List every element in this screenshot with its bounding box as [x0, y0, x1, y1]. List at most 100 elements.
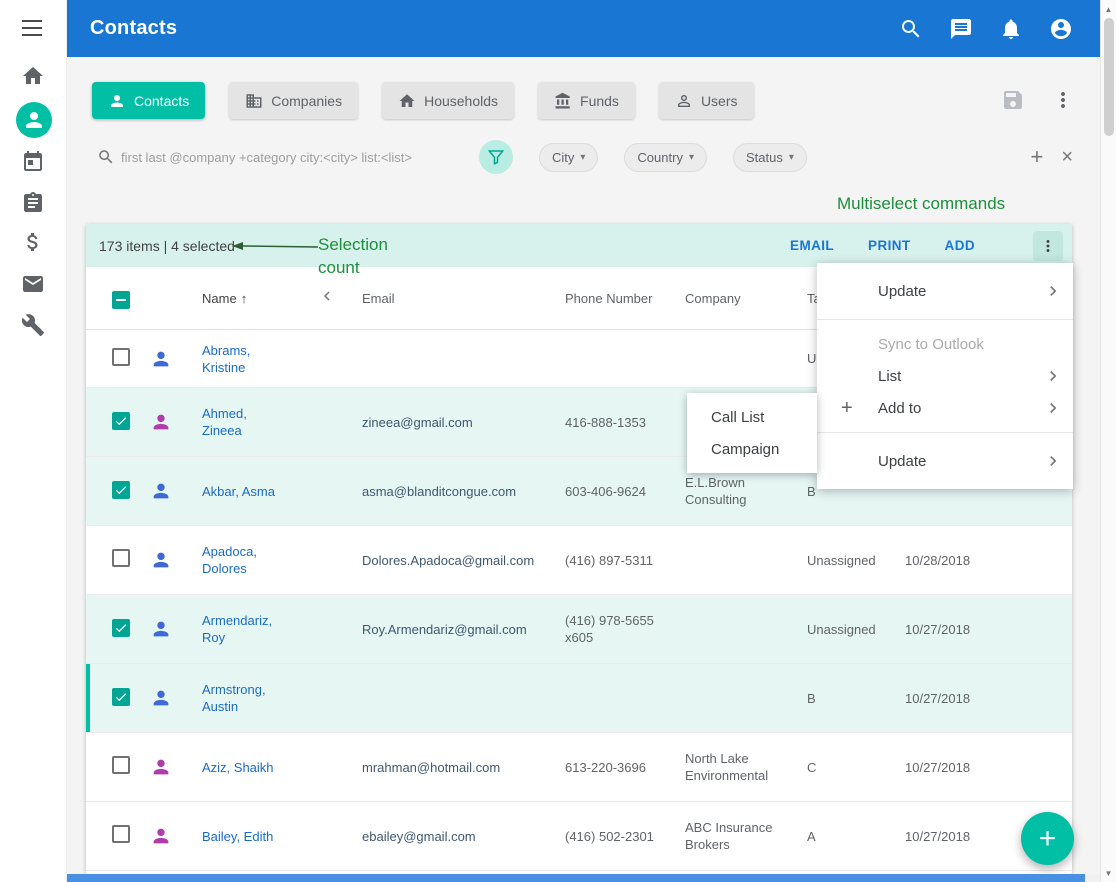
checkmark-icon: [114, 690, 128, 704]
sidebar-item-tools[interactable]: [21, 313, 45, 337]
search-input[interactable]: [121, 150, 479, 165]
row-checkbox[interactable]: [112, 825, 130, 843]
select-all-checkbox[interactable]: [112, 291, 130, 309]
contact-name-link[interactable]: Apadoca, Dolores: [202, 543, 288, 577]
contact-name-link[interactable]: Armendariz, Roy: [202, 612, 288, 646]
date-cell: 10/27/2018: [889, 621, 1072, 638]
checkbox-cell: [86, 348, 136, 370]
menu-item[interactable]: +Add to: [817, 392, 1073, 424]
tab-users[interactable]: Users: [659, 82, 754, 119]
table-row[interactable]: Armstrong, AustinB10/27/2018: [86, 664, 1072, 733]
plus-icon: +: [841, 398, 878, 418]
email-button[interactable]: EMAIL: [790, 238, 834, 253]
filter-chip-status[interactable]: Status▾: [733, 143, 807, 172]
tab-contacts[interactable]: Contacts: [92, 82, 205, 119]
chevron-right-icon: [1043, 366, 1063, 386]
contact-name-link[interactable]: Akbar, Asma: [202, 483, 275, 500]
add-contact-fab[interactable]: +: [1021, 812, 1074, 865]
more-options-icon[interactable]: [1051, 88, 1075, 112]
contact-name-link[interactable]: Aziz, Shaikh: [202, 759, 274, 776]
name-cell: Armstrong, Austin: [186, 681, 302, 715]
vertical-scrollbar[interactable]: ▲ ▼: [1100, 0, 1116, 882]
more-actions-button[interactable]: [1033, 231, 1063, 261]
email-cell: asma@blanditcongue.com: [346, 483, 549, 500]
table-row[interactable]: Armendariz, RoyRoy.Armendariz@gmail.com(…: [86, 595, 1072, 664]
avatar-cell: [136, 480, 186, 502]
row-checkbox[interactable]: [112, 756, 130, 774]
tag-cell: C: [791, 759, 889, 776]
save-icon[interactable]: [1001, 88, 1025, 112]
sidebar-item-home[interactable]: [21, 64, 45, 88]
row-checkbox[interactable]: [112, 348, 130, 366]
menu-item[interactable]: Update: [817, 441, 1073, 481]
company-cell: North Lake Environmental: [669, 750, 791, 784]
menu-item-label: Add to: [878, 400, 921, 417]
notifications-icon[interactable]: [999, 17, 1023, 41]
addto-submenu: Call ListCampaign: [687, 393, 817, 473]
sidebar-item-calendar[interactable]: [21, 150, 45, 174]
column-header-email[interactable]: Email: [362, 291, 395, 306]
print-button[interactable]: PRINT: [868, 238, 911, 253]
person-avatar-icon: [150, 348, 172, 370]
row-checkbox[interactable]: [112, 549, 130, 567]
menu-item[interactable]: Update: [817, 271, 1073, 311]
filter-chip-country[interactable]: Country▾: [624, 143, 707, 172]
name-cell: Bailey, Edith: [186, 828, 302, 845]
app-bar: Contacts: [67, 0, 1100, 57]
chevron-right-icon: [1043, 281, 1063, 301]
filter-button[interactable]: [479, 140, 513, 174]
table-row[interactable]: Bailey, Edithebailey@gmail.com(416) 502-…: [86, 802, 1072, 871]
scroll-up-arrow[interactable]: ▲: [1101, 2, 1116, 16]
contact-name-link[interactable]: Ahmed, Zineea: [202, 405, 288, 439]
tab-funds[interactable]: Funds: [538, 82, 635, 119]
chat-icon[interactable]: [949, 17, 973, 41]
sidebar-item-contacts[interactable]: [16, 102, 52, 138]
sidebar-item-activities[interactable]: [21, 191, 45, 215]
clipboard-icon: [21, 191, 45, 215]
submenu-item[interactable]: Campaign: [687, 433, 817, 465]
menu-item[interactable]: List: [817, 360, 1073, 392]
filter-chip-city[interactable]: City▾: [539, 143, 598, 172]
row-checkbox[interactable]: [112, 481, 130, 499]
column-header-company[interactable]: Company: [685, 291, 741, 306]
row-checkbox[interactable]: [112, 688, 130, 706]
contact-name-link[interactable]: Abrams, Kristine: [202, 342, 288, 376]
annotation-multiselect-commands: Multiselect commands: [837, 194, 1005, 214]
sidebar-item-email[interactable]: [21, 272, 45, 296]
tab-companies[interactable]: Companies: [229, 82, 358, 119]
tab-households[interactable]: Households: [382, 82, 514, 119]
hamburger-menu-icon[interactable]: [22, 20, 42, 36]
checkbox-cell: [86, 825, 136, 847]
contact-name-link[interactable]: Bailey, Edith: [202, 828, 273, 845]
tab-label: Funds: [580, 93, 619, 109]
submenu-item[interactable]: Call List: [687, 401, 817, 433]
scroll-down-arrow[interactable]: ▼: [1101, 866, 1116, 880]
selection-count: 173 items | 4 selected: [99, 238, 235, 254]
sidebar-item-opportunities[interactable]: [21, 230, 45, 254]
bank-icon: [554, 92, 572, 110]
person-avatar-icon: [150, 825, 172, 847]
row-checkbox[interactable]: [112, 412, 130, 430]
horizontal-scroll-thumb[interactable]: [67, 874, 1085, 882]
tab-label: Contacts: [134, 93, 189, 109]
contact-name-link[interactable]: Armstrong, Austin: [202, 681, 288, 715]
table-row[interactable]: Aziz, Shaikhmrahman@hotmail.com613-220-3…: [86, 733, 1072, 802]
search-icon[interactable]: [899, 17, 923, 41]
collapse-column-icon[interactable]: [318, 287, 336, 305]
add-filter-icon[interactable]: +: [1030, 146, 1043, 168]
horizontal-scrollbar[interactable]: [67, 874, 1100, 882]
checkmark-icon: [114, 621, 128, 635]
table-row[interactable]: Apadoca, DoloresDolores.Apadoca@gmail.co…: [86, 526, 1072, 595]
multiselect-actions: EMAIL PRINT ADD: [790, 231, 1063, 261]
row-checkbox[interactable]: [112, 619, 130, 637]
vertical-scroll-thumb[interactable]: [1104, 18, 1114, 136]
person-avatar-icon: [150, 618, 172, 640]
column-header-phone[interactable]: Phone Number: [565, 291, 652, 306]
clear-search-icon[interactable]: ×: [1061, 147, 1073, 167]
tag-cell: A: [791, 828, 889, 845]
building-icon: [245, 92, 263, 110]
column-header-name[interactable]: Name↑: [202, 290, 247, 307]
company-cell: E.L.Brown Consulting: [669, 474, 791, 508]
add-button[interactable]: ADD: [945, 238, 975, 253]
account-icon[interactable]: [1049, 17, 1073, 41]
